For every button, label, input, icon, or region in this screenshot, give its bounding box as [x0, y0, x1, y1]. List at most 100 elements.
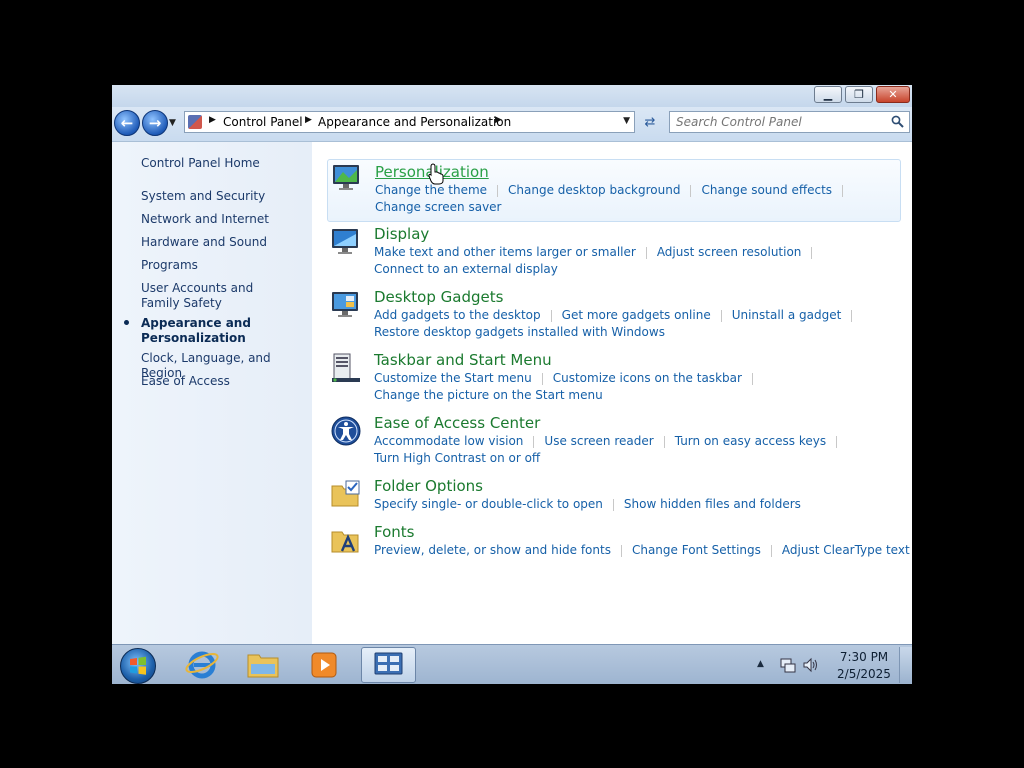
- internet-explorer-taskbar-button[interactable]: [180, 647, 224, 683]
- sidebar-item-hardware[interactable]: Hardware and Sound: [141, 235, 306, 250]
- display-title[interactable]: Display: [374, 225, 429, 243]
- taskbar-start-menu-title[interactable]: Taskbar and Start Menu: [374, 351, 552, 369]
- link-separator: [842, 184, 844, 197]
- get-more-gadgets-link[interactable]: Get more gadgets online: [562, 308, 711, 322]
- windows-explorer-taskbar-button[interactable]: [241, 647, 285, 683]
- ease-links-row2: Turn High Contrast on or off: [374, 451, 550, 465]
- start-button[interactable]: [120, 648, 156, 684]
- change-start-picture-link[interactable]: Change the picture on the Start menu: [374, 388, 603, 402]
- close-button[interactable]: ✕: [876, 86, 910, 103]
- search-input[interactable]: [676, 114, 876, 130]
- link-separator: [620, 544, 622, 557]
- breadcrumb-control-panel[interactable]: Control Panel: [223, 115, 303, 129]
- address-dropdown-icon[interactable]: ▼: [623, 116, 630, 126]
- media-player-taskbar-button[interactable]: [302, 647, 346, 683]
- personalization-icon: [333, 165, 359, 190]
- high-contrast-link[interactable]: Turn High Contrast on or off: [374, 451, 540, 465]
- maximize-button[interactable]: ❐: [845, 86, 873, 103]
- change-font-settings-link[interactable]: Change Font Settings: [632, 543, 761, 557]
- add-gadgets-link[interactable]: Add gadgets to the desktop: [374, 308, 541, 322]
- external-display-link[interactable]: Connect to an external display: [374, 262, 558, 276]
- network-icon[interactable]: [779, 656, 797, 674]
- breadcrumb-arrow-icon[interactable]: ▶: [495, 115, 502, 125]
- taskbar: ▲ 7:30 PM 2/5/2025: [112, 644, 912, 684]
- folder-options-links-row1: Specify single- or double-click to open S…: [374, 497, 811, 511]
- fonts-title[interactable]: Fonts: [374, 523, 414, 541]
- link-separator: [720, 309, 722, 322]
- gadgets-icon: [332, 292, 358, 317]
- sidebar-item-system-security[interactable]: System and Security: [141, 189, 306, 204]
- breadcrumb-appearance[interactable]: Appearance and Personalization: [318, 115, 511, 129]
- desktop-gadgets-title[interactable]: Desktop Gadgets: [374, 288, 503, 306]
- minimize-icon: ▁: [823, 88, 833, 101]
- change-background-link[interactable]: Change desktop background: [508, 183, 680, 197]
- clock-time[interactable]: 7:30 PM: [834, 650, 894, 664]
- breadcrumb-arrow-icon[interactable]: ▶: [209, 115, 216, 125]
- control-panel-icon: [374, 652, 403, 675]
- screen-resolution-link[interactable]: Adjust screen resolution: [657, 245, 802, 259]
- minimize-button[interactable]: ▁: [814, 86, 842, 103]
- windows-explorer-icon: [247, 654, 279, 678]
- link-separator: [645, 246, 647, 259]
- sidebar-item-user-accounts[interactable]: User Accounts and Family Safety: [141, 281, 291, 311]
- change-sound-effects-link[interactable]: Change sound effects: [701, 183, 832, 197]
- taskbar-links-row2: Change the picture on the Start menu: [374, 388, 613, 402]
- volume-icon[interactable]: [802, 656, 820, 674]
- folder-options-title[interactable]: Folder Options: [374, 477, 483, 495]
- preview-fonts-link[interactable]: Preview, delete, or show and hide fonts: [374, 543, 611, 557]
- category-desktop-gadgets: Desktop Gadgets Add gadgets to the deskt…: [327, 287, 901, 347]
- refresh-icon: ⇄: [644, 114, 656, 130]
- gadgets-links-row1: Add gadgets to the desktop Get more gadge…: [374, 308, 862, 322]
- personalization-links-row1: Change the theme Change desktop backgroun…: [375, 183, 853, 197]
- change-screen-saver-link[interactable]: Change screen saver: [375, 200, 502, 214]
- title-bar[interactable]: ▁ ❐ ✕: [112, 85, 912, 107]
- arrow-left-icon: ←: [120, 114, 134, 132]
- link-separator: [811, 246, 813, 259]
- text-size-link[interactable]: Make text and other items larger or smal…: [374, 245, 636, 259]
- left-navigation-pane: Control Panel Home System and Security N…: [112, 142, 312, 644]
- address-bar[interactable]: ▶ Control Panel ▶ Appearance and Persona…: [184, 111, 635, 133]
- ease-of-access-center-title[interactable]: Ease of Access Center: [374, 414, 540, 432]
- easy-access-keys-link[interactable]: Turn on easy access keys: [675, 434, 826, 448]
- control-panel-home-link[interactable]: Control Panel Home: [141, 156, 306, 171]
- control-panel-taskbar-button[interactable]: [361, 647, 416, 683]
- recent-pages-dropdown[interactable]: ▼: [169, 118, 176, 128]
- search-icon[interactable]: [891, 115, 904, 128]
- taskbar-links-row1: Customize the Start menu Customize icons …: [374, 371, 763, 385]
- ease-links-row1: Accommodate low vision Use screen reader T…: [374, 434, 847, 448]
- customize-start-menu-link[interactable]: Customize the Start menu: [374, 371, 532, 385]
- show-desktop-button[interactable]: [899, 647, 912, 683]
- low-vision-link[interactable]: Accommodate low vision: [374, 434, 523, 448]
- sidebar-item-programs[interactable]: Programs: [141, 258, 306, 273]
- change-theme-link[interactable]: Change the theme: [375, 183, 487, 197]
- link-separator: [851, 309, 853, 322]
- screen-reader-link[interactable]: Use screen reader: [544, 434, 653, 448]
- hand-cursor-icon: [428, 163, 444, 185]
- restore-gadgets-link[interactable]: Restore desktop gadgets installed with W…: [374, 325, 665, 339]
- adjust-cleartype-link[interactable]: Adjust ClearType text: [782, 543, 910, 557]
- breadcrumb-arrow-icon[interactable]: ▶: [305, 115, 312, 125]
- media-player-icon: [311, 652, 337, 678]
- uninstall-gadget-link[interactable]: Uninstall a gadget: [732, 308, 842, 322]
- sidebar-item-ease-of-access[interactable]: Ease of Access: [141, 374, 306, 389]
- refresh-button[interactable]: ⇄: [639, 111, 661, 133]
- sidebar-item-network[interactable]: Network and Internet: [141, 212, 306, 227]
- maximize-icon: ❐: [854, 88, 864, 101]
- single-double-click-link[interactable]: Specify single- or double-click to open: [374, 497, 603, 511]
- category-personalization: Personalization Change the themeChange d…: [327, 159, 901, 222]
- forward-button[interactable]: →: [142, 110, 168, 136]
- fonts-links-row1: Preview, delete, or show and hide fonts C…: [374, 543, 912, 557]
- active-bullet-icon: [124, 320, 129, 325]
- show-hidden-files-link[interactable]: Show hidden files and folders: [624, 497, 801, 511]
- show-hidden-icons-button[interactable]: ▲: [757, 659, 764, 669]
- display-icon: [332, 229, 358, 254]
- internet-explorer-icon: [185, 651, 219, 679]
- back-button[interactable]: ←: [114, 110, 140, 136]
- category-taskbar-start-menu: Taskbar and Start Menu Customize the Sta…: [327, 350, 901, 410]
- sidebar-item-appearance: Appearance and Personalization: [141, 316, 251, 345]
- customize-taskbar-icons-link[interactable]: Customize icons on the taskbar: [553, 371, 742, 385]
- category-display: Display Make text and other items larger…: [327, 224, 901, 284]
- control-panel-window: ▁ ❐ ✕ ← → ▼ ▶ Control Panel ▶ Appearance…: [112, 85, 912, 684]
- clock-date[interactable]: 2/5/2025: [834, 667, 894, 681]
- search-box[interactable]: [669, 111, 910, 133]
